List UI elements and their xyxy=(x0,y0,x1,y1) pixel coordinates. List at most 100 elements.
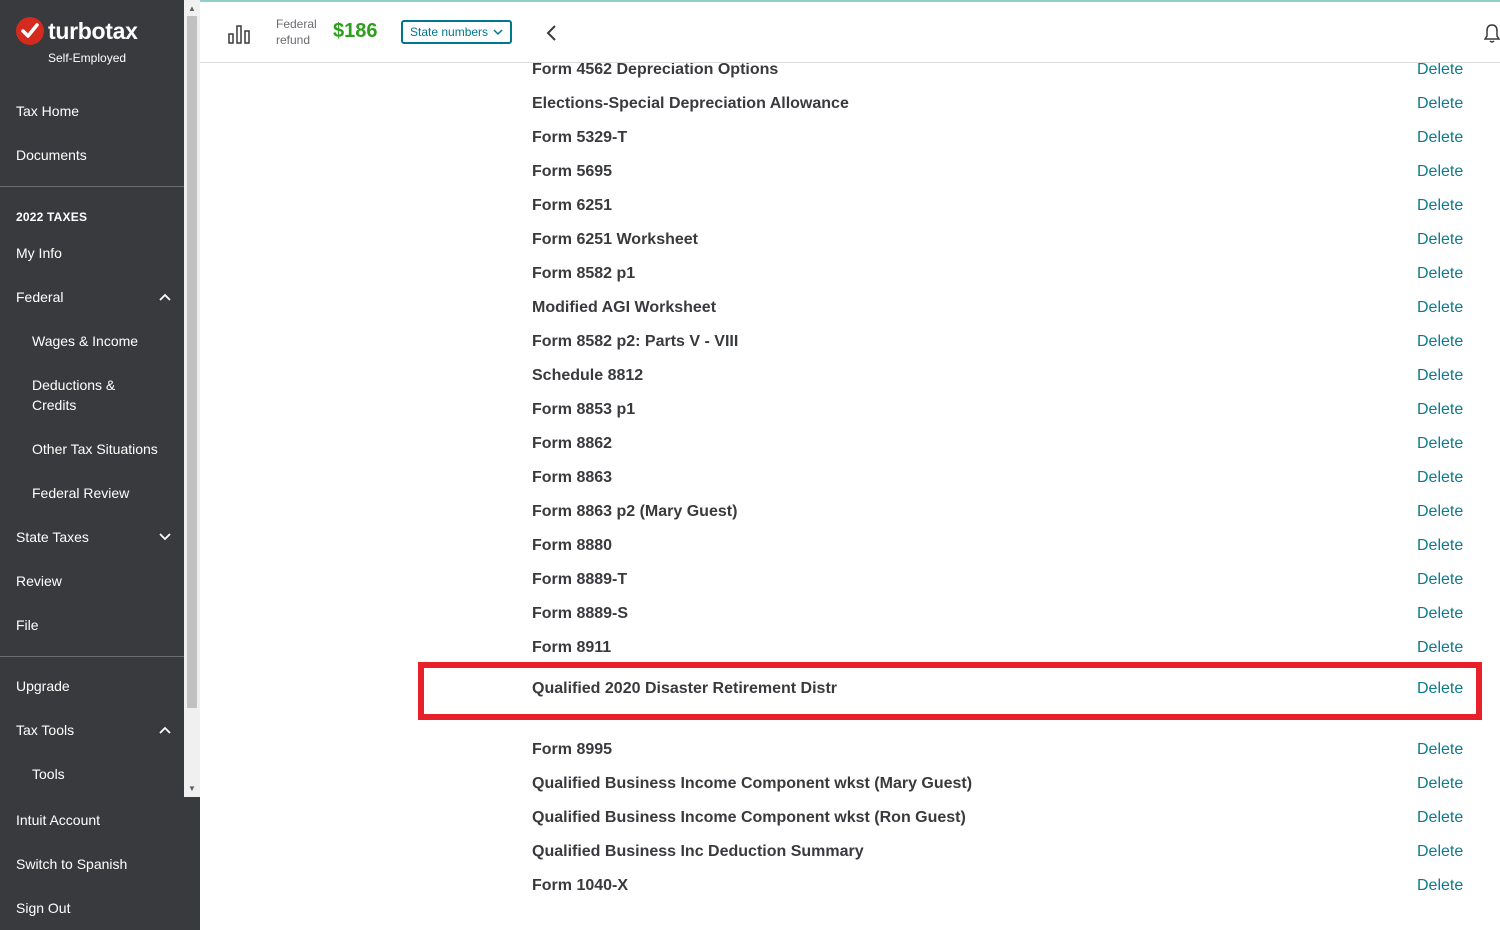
delete-link[interactable]: Delete xyxy=(1417,809,1463,827)
delete-link[interactable]: Delete xyxy=(1417,843,1463,861)
sidebar-item-deductions-credits[interactable]: Deductions & Credits xyxy=(0,375,150,415)
scroll-down-arrow-icon[interactable]: ▼ xyxy=(184,782,200,796)
form-row: Form 8862 Delete xyxy=(200,432,1500,466)
edition-name: Self-Employed xyxy=(48,51,127,65)
bar-chart-icon[interactable] xyxy=(228,23,250,45)
delete-link[interactable]: Delete xyxy=(1417,95,1463,113)
delete-link[interactable]: Delete xyxy=(1417,605,1463,623)
form-name: Form 8862 xyxy=(532,435,613,452)
sidebar-item-federal[interactable]: Federal xyxy=(0,287,184,307)
form-row: Qualified Business Income Component wkst… xyxy=(200,772,1500,806)
form-row: Elections-Special Depreciation Allowance… xyxy=(200,92,1500,126)
form-row: Form 8880 Delete xyxy=(200,534,1500,568)
sidebar-item-label: Other Tax Situations xyxy=(32,441,158,457)
form-row: Qualified Business Income Component wkst… xyxy=(200,806,1500,840)
form-row: Schedule 8812 Delete xyxy=(200,364,1500,398)
turbotax-logo[interactable]: turbotax Self-Employed xyxy=(16,17,184,67)
delete-link[interactable]: Delete xyxy=(1417,775,1463,793)
form-name: Qualified Business Income Component wkst… xyxy=(532,775,973,792)
sidebar-item-tools[interactable]: Tools xyxy=(0,764,184,784)
delete-link[interactable]: Delete xyxy=(1417,639,1463,657)
delete-link[interactable]: Delete xyxy=(1417,265,1463,283)
sidebar-item-upgrade[interactable]: Upgrade xyxy=(0,676,184,696)
sidebar-item-review[interactable]: Review xyxy=(0,571,184,591)
sidebar-item-documents[interactable]: Documents xyxy=(0,145,184,165)
checkmark-logo-icon xyxy=(16,17,44,45)
delete-link[interactable]: Delete xyxy=(1417,197,1463,215)
form-name: Form 8880 xyxy=(532,537,613,554)
delete-link[interactable]: Delete xyxy=(1417,469,1463,487)
form-row: Form 6251 Delete xyxy=(200,194,1500,228)
sidebar-item-wages-income[interactable]: Wages & Income xyxy=(0,331,184,351)
sidebar-item-label: Intuit Account xyxy=(16,812,101,828)
sidebar-item-label: Tax Tools xyxy=(16,722,75,738)
sidebar-item-tax-home[interactable]: Tax Home xyxy=(0,101,184,121)
delete-link[interactable]: Delete xyxy=(1417,129,1463,147)
section-title-2022-taxes: 2022 TAXES xyxy=(16,210,88,224)
state-numbers-button[interactable]: State numbers xyxy=(401,20,512,44)
form-name: Form 8863 xyxy=(532,469,613,486)
delete-link[interactable]: Delete xyxy=(1417,401,1463,419)
form-row: Form 8853 p1 Delete xyxy=(200,398,1500,432)
form-name: Form 8889-T xyxy=(532,571,628,588)
bell-icon[interactable] xyxy=(1484,22,1500,44)
forms-list: Form 4562 Depreciation Options Delete Elec… xyxy=(200,63,1500,930)
form-name: Form 6251 Worksheet xyxy=(532,231,698,248)
scroll-up-arrow-icon[interactable]: ▲ xyxy=(184,2,200,16)
sidebar-item-intuit-account[interactable]: Intuit Account xyxy=(0,810,184,830)
form-row: Form 8889-S Delete xyxy=(200,602,1500,636)
form-row: Form 1040-X Delete xyxy=(200,874,1500,908)
sidebar-item-other-tax-situations[interactable]: Other Tax Situations xyxy=(0,439,184,459)
sidebar-nav: turbotax Self-Employed Tax Home Document… xyxy=(0,0,184,797)
sidebar-item-federal-review[interactable]: Federal Review xyxy=(0,483,184,503)
form-row: Form 6251 Worksheet Delete xyxy=(200,228,1500,262)
delete-link[interactable]: Delete xyxy=(1417,877,1463,895)
federal-refund-label: Federal refund xyxy=(276,16,317,48)
delete-link[interactable]: Delete xyxy=(1417,741,1463,759)
delete-link[interactable]: Delete xyxy=(1417,163,1463,181)
delete-link[interactable]: Delete xyxy=(1417,299,1463,317)
form-name: Qualified 2020 Disaster Retirement Distr xyxy=(532,680,838,697)
sidebar: turbotax Self-Employed Tax Home Document… xyxy=(0,0,200,930)
delete-link[interactable]: Delete xyxy=(1417,435,1463,453)
refund-label-line1: Federal xyxy=(276,17,317,31)
form-name: Form 6251 xyxy=(532,197,613,214)
sidebar-item-label: Tools xyxy=(32,766,65,782)
sidebar-item-switch-to-spanish[interactable]: Switch to Spanish xyxy=(0,854,184,874)
sidebar-item-state-taxes[interactable]: State Taxes xyxy=(0,527,184,547)
delete-link[interactable]: Delete xyxy=(1417,537,1463,555)
sidebar-item-label: Federal Review xyxy=(32,485,130,501)
delete-link[interactable]: Delete xyxy=(1417,63,1463,79)
sidebar-item-label: Tax Home xyxy=(16,103,80,119)
delete-link[interactable]: Delete xyxy=(1417,503,1463,521)
form-row: Form 8582 p2: Parts V - VIII Delete xyxy=(200,330,1500,364)
chevron-up-icon xyxy=(159,726,171,734)
scrollbar-thumb[interactable] xyxy=(187,16,197,708)
sidebar-scrollbar[interactable]: ▲ ▼ xyxy=(184,0,200,797)
sidebar-item-label: Wages & Income xyxy=(32,333,139,349)
form-name: Form 8853 p1 xyxy=(532,401,636,418)
form-name: Form 8582 p1 xyxy=(532,265,636,282)
form-name: Form 4562 Depreciation Options xyxy=(532,63,779,78)
delete-link[interactable]: Delete xyxy=(1417,680,1463,698)
sidebar-item-sign-out[interactable]: Sign Out xyxy=(0,898,184,918)
form-name: Modified AGI Worksheet xyxy=(532,299,717,316)
sidebar-item-label: My Info xyxy=(16,245,62,261)
chevron-left-icon[interactable] xyxy=(544,24,558,42)
sidebar-item-my-info[interactable]: My Info xyxy=(0,243,184,263)
sidebar-item-file[interactable]: File xyxy=(0,615,184,635)
form-row: Form 8863 p2 (Mary Guest) Delete xyxy=(200,500,1500,534)
chevron-down-icon xyxy=(159,533,171,541)
delete-link[interactable]: Delete xyxy=(1417,367,1463,385)
delete-link[interactable]: Delete xyxy=(1417,333,1463,351)
state-numbers-label: State numbers xyxy=(410,25,489,39)
sidebar-item-label: Review xyxy=(16,573,62,589)
delete-link[interactable]: Delete xyxy=(1417,231,1463,249)
sidebar-item-label: Deductions & Credits xyxy=(32,377,116,413)
form-name: Qualified Business Inc Deduction Summary xyxy=(532,843,864,860)
sidebar-item-label: Sign Out xyxy=(16,900,71,916)
form-name: Form 8995 xyxy=(532,741,613,758)
top-bar: Federal refund $186 State numbers xyxy=(200,0,1500,63)
delete-link[interactable]: Delete xyxy=(1417,571,1463,589)
sidebar-item-tax-tools[interactable]: Tax Tools xyxy=(0,720,184,740)
